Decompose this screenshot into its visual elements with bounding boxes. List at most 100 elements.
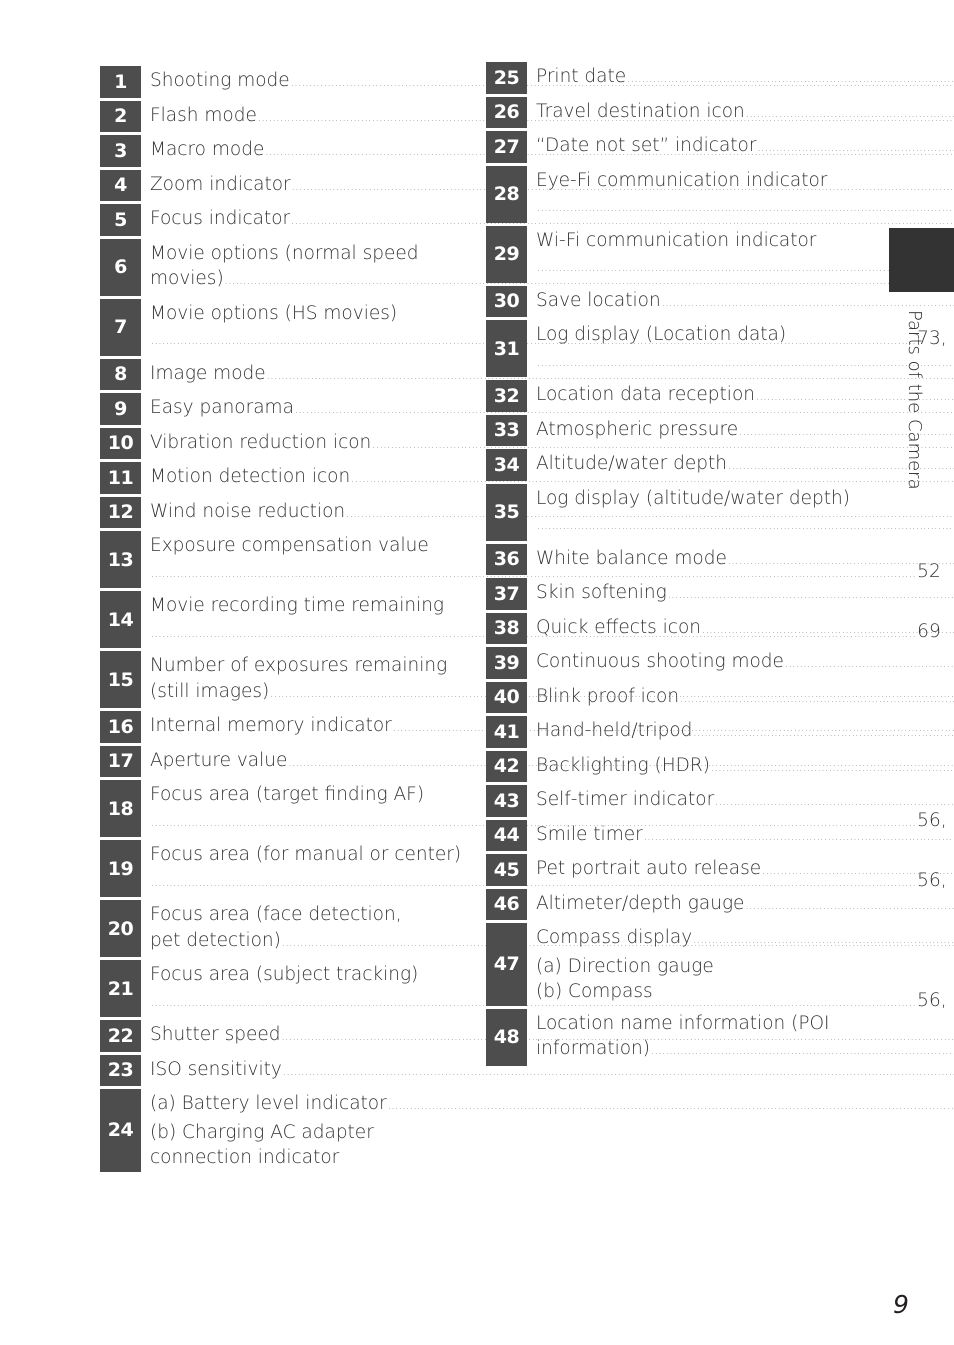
item-label: Location data reception: [536, 384, 755, 405]
item-label: Travel destination icon: [536, 100, 745, 122]
item-description: Location name information (POI informatio…: [527, 1009, 954, 1066]
item-description: White balance mode56: [527, 544, 954, 576]
legend-item: 33Atmospheric pressure86: [486, 414, 840, 446]
item-line: Altimeter/depth gauge86: [536, 891, 954, 920]
item-line: Travel destination icon64: [536, 99, 954, 128]
item-line: Altitude/water depth86: [536, 451, 954, 480]
item-label: Shutter speed: [150, 1024, 281, 1045]
item-number-badge: 17: [100, 745, 141, 777]
legend-item: 32Location data reception80: [486, 380, 840, 412]
item-label: Focus area (target finding AF): [150, 784, 425, 805]
item-line: (a) Direction gauge: [536, 954, 954, 980]
item-number-badge: 33: [486, 414, 527, 446]
item-line: Continuous shooting mode56: [536, 649, 954, 678]
legend-item: 34Altitude/water depth86: [486, 449, 840, 481]
item-label: Blink proof icon: [536, 685, 680, 707]
item-number-badge: 46: [486, 888, 527, 920]
item-label: Wi-Fi communication indicator: [536, 229, 817, 251]
item-line: Self-timer indicator50: [536, 787, 954, 816]
legend-item: 9Easy panorama39: [100, 393, 454, 425]
dot-leader: [537, 351, 954, 377]
dot-leader: [668, 583, 954, 609]
item-label: (a) Direction gauge: [536, 955, 714, 977]
legend-list-right: 25Print date7626Travel destination icon6…: [486, 62, 850, 1069]
item-label: Vibration reduction icon: [150, 431, 372, 453]
legend-item: 10Vibration reduction icon73, 76: [100, 427, 454, 459]
item-description: “Date not set” indicator18: [527, 131, 954, 163]
item-number-badge: 34: [486, 449, 527, 481]
legend-item: 1Shooting mode24, 25: [100, 66, 454, 98]
item-label: Continuous shooting mode: [536, 651, 784, 672]
item-description: Travel destination icon64: [527, 97, 954, 129]
legend-item: 11Motion detection icon76: [100, 462, 454, 494]
item-number-badge: 1: [100, 66, 141, 98]
item-number-badge: 12: [100, 496, 141, 528]
item-line: Log display (Location data): [536, 322, 954, 348]
dot-leader: [693, 721, 954, 747]
dot-leader: [785, 652, 954, 678]
item-label: Quick effects icon: [536, 616, 702, 638]
section-title-vertical: Parts of the Camera: [904, 310, 925, 490]
item-description: (a) Battery level indicator22(b) Chargin…: [141, 1089, 954, 1172]
item-label: Hand-held/tripod: [536, 720, 693, 741]
item-number-badge: 37: [486, 578, 527, 610]
item-label: (a) Battery level indicator: [150, 1093, 387, 1114]
legend-item: 8Image mode56, 30: [100, 358, 454, 390]
legend-item: 28Eye-Fi communication indicator77: [486, 165, 840, 223]
item-description: Pet portrait auto release40: [527, 854, 954, 886]
dot-leader: [627, 67, 954, 93]
legend-item: 14Movie recording time remaining69: [100, 591, 941, 648]
dot-leader: [693, 928, 954, 954]
item-number-badge: 23: [100, 1054, 141, 1086]
item-label: (b) Compass: [536, 981, 653, 1002]
item-line: “Date not set” indicator18: [536, 133, 954, 162]
legend-item: 18Focus area (target finding AF)56, 61: [100, 780, 954, 837]
item-number-badge: 8: [100, 358, 141, 390]
dot-leader: [757, 136, 954, 162]
item-number-badge: 13: [100, 531, 141, 588]
item-description: Location data reception80: [527, 380, 954, 412]
dot-leader: [728, 549, 954, 575]
legend-item: 43Self-timer indicator50: [486, 785, 840, 817]
item-number-badge: 4: [100, 169, 141, 201]
item-label: information): [536, 1038, 650, 1059]
item-label: Focus area (subject tracking): [150, 964, 419, 985]
legend-item: 24(a) Battery level indicator22(b) Charg…: [100, 1089, 454, 1172]
item-description: Log display (altitude/water depth)83, 88: [527, 484, 954, 541]
item-line: White balance mode56: [536, 546, 954, 575]
item-description: Atmospheric pressure86: [527, 415, 954, 447]
item-label: Focus area (for manual or center): [150, 844, 462, 865]
item-label: movies): [150, 268, 224, 289]
dot-leader: [711, 756, 954, 782]
item-description: Continuous shooting mode56: [527, 647, 954, 679]
item-label: Skin softening: [536, 582, 667, 603]
item-number-badge: 36: [486, 543, 527, 575]
item-line: Pet portrait auto release40: [536, 856, 954, 885]
item-number-badge: 9: [100, 393, 141, 425]
legend-item: 12Wind noise reduction73: [100, 496, 454, 528]
item-label: ISO sensitivity: [150, 1058, 282, 1080]
item-label: Compass display: [536, 927, 693, 948]
item-label: Zoom indicator: [150, 173, 291, 195]
item-description: Smile timer57: [527, 820, 954, 852]
legend-item: 19Focus area (for manual or center)56, 6…: [100, 840, 954, 897]
item-number-badge: 10: [100, 427, 141, 459]
item-label: Exposure compensation value: [150, 535, 429, 556]
legend-item: 25Print date76: [486, 62, 840, 94]
section-tab-marker: [889, 228, 954, 292]
legend-item: 22Shutter speed29: [100, 1020, 454, 1052]
legend-item: 17Aperture value29: [100, 745, 454, 777]
item-line: (a) Battery level indicator22: [150, 1091, 954, 1120]
item-line: 83, 88: [536, 511, 954, 540]
item-line: Location data reception80: [536, 382, 954, 411]
item-label: Log display (altitude/water depth): [536, 487, 850, 509]
item-number-badge: 6: [100, 238, 141, 296]
item-label: Altimeter/depth gauge: [536, 892, 745, 914]
item-label: Internal memory indicator: [150, 715, 392, 736]
item-number-badge: 42: [486, 750, 527, 782]
item-number-badge: 31: [486, 320, 527, 377]
item-description: Eye-Fi communication indicator77: [527, 166, 954, 223]
legend-item: 45Pet portrait auto release40: [486, 854, 840, 886]
legend-list-left: 1Shooting mode24, 252Flash mode483Macro …: [100, 66, 954, 1175]
item-label: Location name information (POI: [536, 1012, 830, 1034]
